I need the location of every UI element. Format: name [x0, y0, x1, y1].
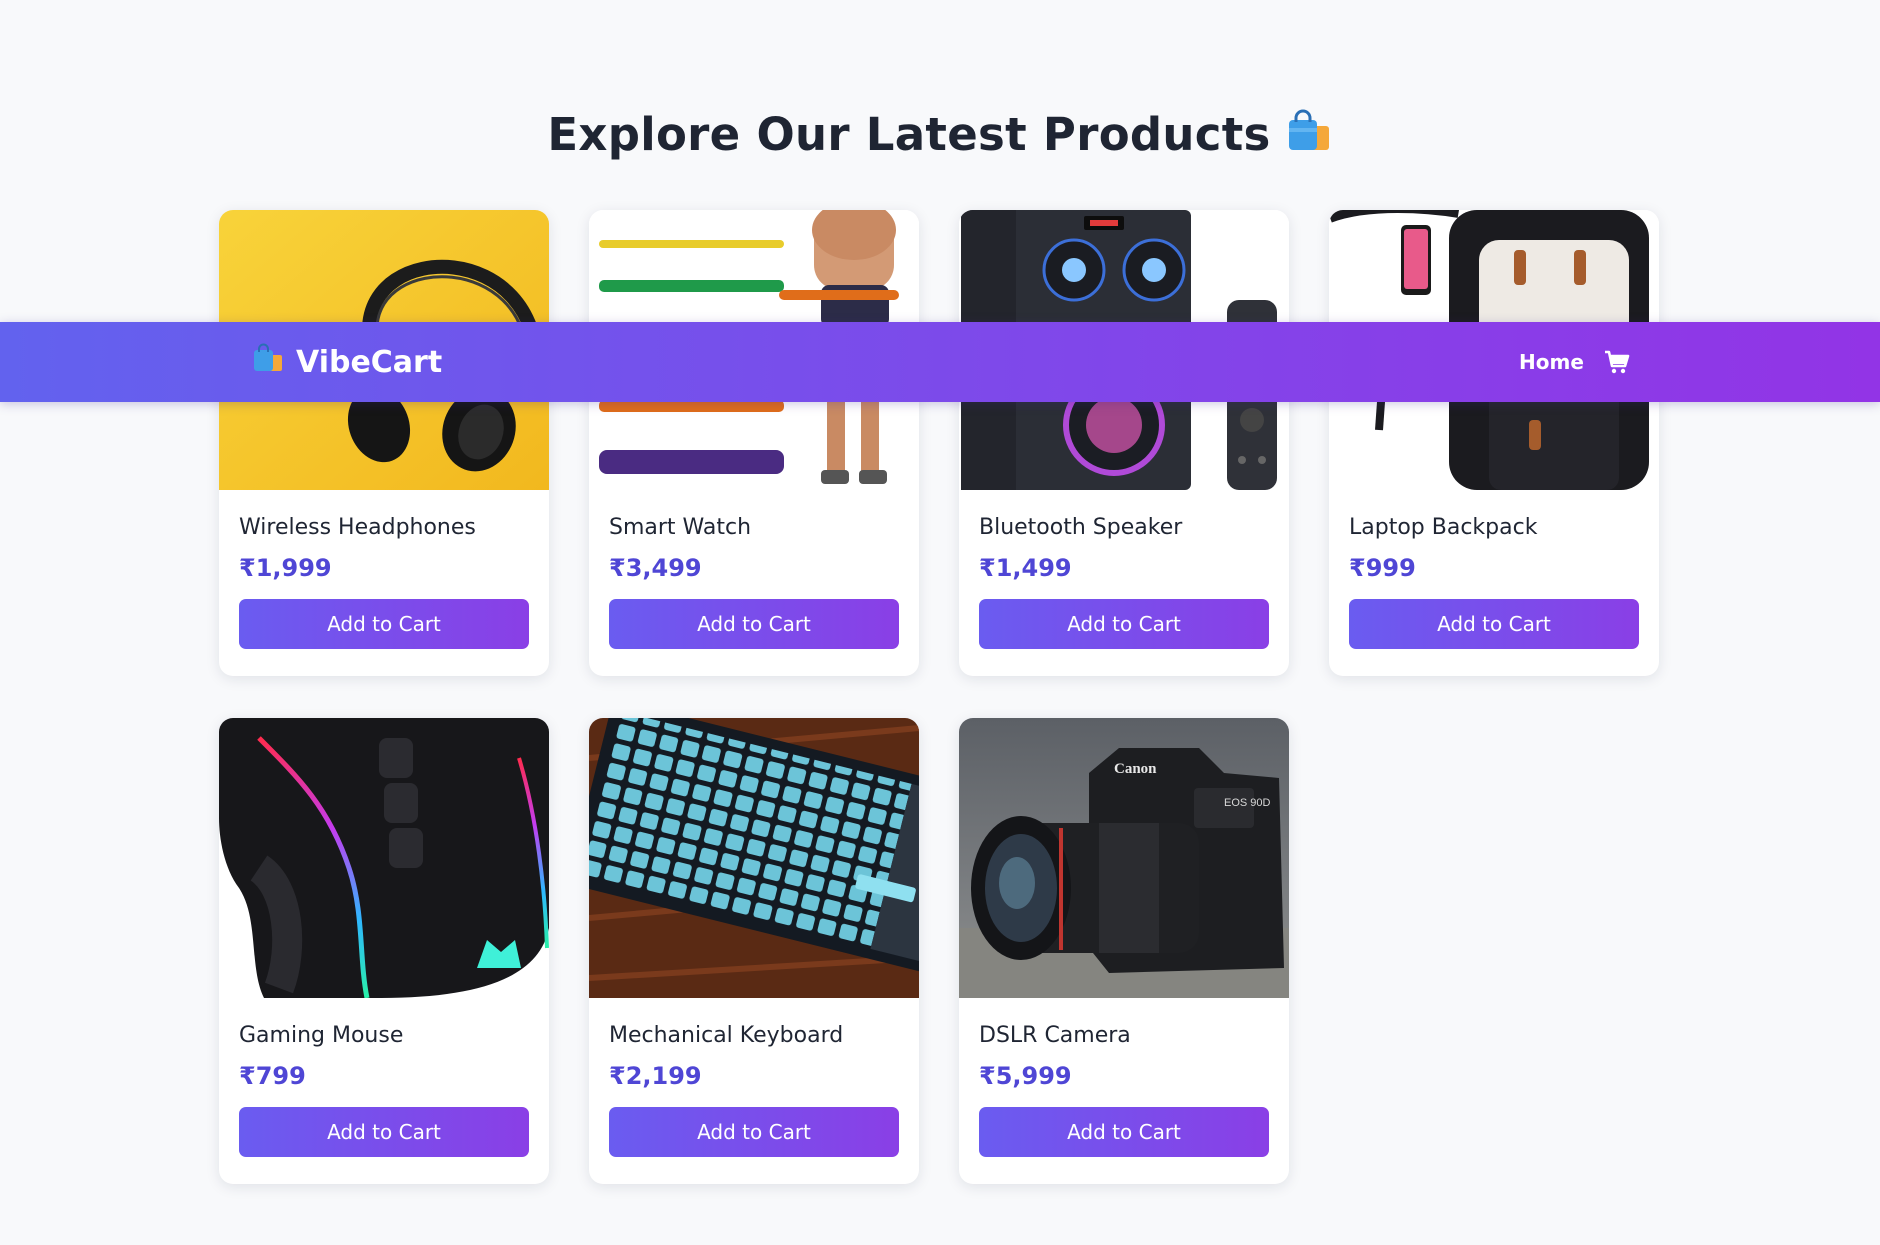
product-price: ₹5,999: [979, 1062, 1072, 1090]
camera-model-label: EOS 90D: [1224, 797, 1271, 809]
product-price: ₹1,999: [239, 554, 332, 582]
shopping-bags-icon: [252, 342, 284, 382]
product-price: ₹1,499: [979, 554, 1072, 582]
nav-home-link[interactable]: Home: [1519, 322, 1584, 402]
add-to-cart-button[interactable]: Add to Cart: [1349, 599, 1639, 649]
product-name: Mechanical Keyboard: [609, 1023, 844, 1048]
page-heading: Explore Our Latest Products: [0, 108, 1880, 167]
product-card: Bluetooth Speaker ₹1,499 Add to Cart: [959, 210, 1289, 676]
add-to-cart-button[interactable]: Add to Cart: [239, 1107, 529, 1157]
gaming-mouse-image: [219, 718, 549, 998]
product-name: DSLR Camera: [979, 1023, 1131, 1048]
add-to-cart-button[interactable]: Add to Cart: [609, 599, 899, 649]
add-to-cart-button[interactable]: Add to Cart: [239, 599, 529, 649]
cart-icon[interactable]: [1604, 349, 1630, 379]
product-name: Wireless Headphones: [239, 515, 476, 540]
product-card: Wireless Headphones ₹1,999 Add to Cart: [219, 210, 549, 676]
product-name: Laptop Backpack: [1349, 515, 1538, 540]
product-card: Smart Watch ₹3,499 Add to Cart: [589, 210, 919, 676]
product-price: ₹3,499: [609, 554, 702, 582]
brand-link[interactable]: VibeCart: [252, 322, 442, 402]
camera-image: Canon EOS 90D: [959, 718, 1289, 998]
shopping-bags-icon: [1285, 108, 1333, 167]
product-price: ₹2,199: [609, 1062, 702, 1090]
product-card: Canon EOS 90D DSLR Camera ₹5,999 Add to …: [959, 718, 1289, 1184]
keyboard-image: [589, 718, 919, 998]
add-to-cart-button[interactable]: Add to Cart: [979, 1107, 1269, 1157]
add-to-cart-button[interactable]: Add to Cart: [979, 599, 1269, 649]
add-to-cart-button[interactable]: Add to Cart: [609, 1107, 899, 1157]
page-title: Explore Our Latest Products: [547, 108, 1271, 161]
product-name: Gaming Mouse: [239, 1023, 404, 1048]
navbar: VibeCart Home: [0, 322, 1880, 402]
product-card: Laptop Backpack ₹999 Add to Cart: [1329, 210, 1659, 676]
page: Explore Our Latest Products Wireless Hea…: [0, 0, 1880, 1245]
camera-brand-label: Canon: [1114, 761, 1157, 777]
product-card: Gaming Mouse ₹799 Add to Cart: [219, 718, 549, 1184]
brand-name: VibeCart: [296, 344, 443, 380]
product-name: Bluetooth Speaker: [979, 515, 1183, 540]
product-price: ₹999: [1349, 554, 1416, 582]
product-price: ₹799: [239, 1062, 306, 1090]
product-card: Mechanical Keyboard ₹2,199 Add to Cart: [589, 718, 919, 1184]
product-name: Smart Watch: [609, 515, 752, 540]
